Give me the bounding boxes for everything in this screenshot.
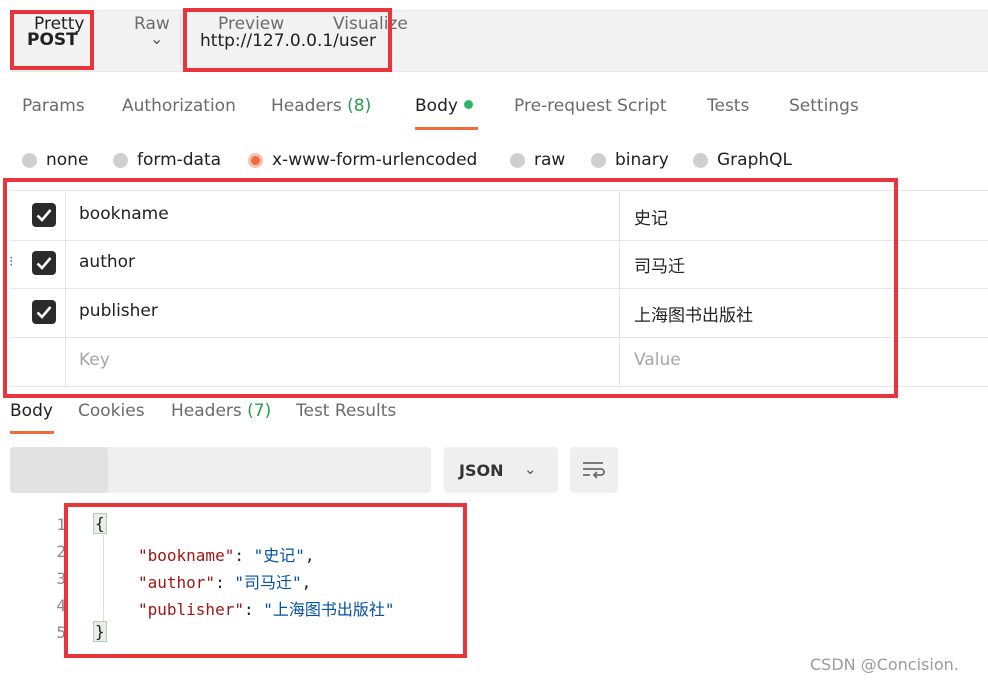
param-value[interactable]: 司马迁: [634, 252, 685, 277]
param-key[interactable]: publisher: [79, 301, 158, 321]
json-comma: ,: [304, 546, 315, 565]
checkbox[interactable]: [32, 300, 56, 324]
code-line: "bookname": "史记",: [138, 546, 315, 565]
format-label: JSON: [459, 461, 504, 480]
line-number: 3: [56, 569, 66, 588]
tab-body[interactable]: Body: [415, 96, 473, 116]
divider: [180, 14, 181, 66]
json-key: "author": [138, 573, 216, 592]
checkbox[interactable]: [32, 203, 56, 227]
response-tab-headers-label: Headers: [171, 401, 242, 421]
radio-selected-icon: [248, 152, 263, 168]
radio-urlencoded-label: x-www-form-urlencoded: [272, 150, 478, 170]
indent-guide: [103, 535, 104, 625]
tab-headers-label: Headers: [271, 96, 342, 116]
line-number: 2: [56, 542, 66, 561]
tab-settings[interactable]: Settings: [789, 96, 859, 116]
view-pretty-button[interactable]: Pretty: [34, 14, 84, 34]
view-mode-selected: [10, 447, 108, 493]
table-row: author 司马迁: [10, 239, 988, 289]
format-select[interactable]: JSON ⌄: [444, 447, 558, 493]
response-tab-cookies[interactable]: Cookies: [78, 401, 145, 421]
radio-icon: [22, 152, 37, 168]
wrap-lines-icon: [583, 462, 605, 479]
param-key[interactable]: author: [79, 252, 135, 272]
radio-binary[interactable]: binary: [591, 150, 669, 170]
radio-graphql[interactable]: GraphQL: [693, 150, 792, 170]
line-number: 5: [56, 623, 66, 642]
active-tab-underline: [10, 431, 54, 434]
code-line: "publisher": "上海图书出版社": [138, 600, 395, 619]
tab-authorization[interactable]: Authorization: [122, 96, 236, 116]
tab-params[interactable]: Params: [22, 96, 85, 116]
radio-raw-label: raw: [534, 150, 566, 170]
radio-icon: [693, 152, 708, 168]
check-icon: [36, 306, 52, 319]
response-tab-headers-count: (7): [247, 401, 272, 421]
response-tab-test-results[interactable]: Test Results: [296, 401, 396, 421]
table-row: bookname 史记: [10, 190, 988, 241]
open-brace: {: [93, 513, 107, 534]
close-brace: }: [93, 621, 107, 642]
radio-icon: [591, 152, 606, 168]
tab-prerequest-script[interactable]: Pre-request Script: [514, 96, 667, 116]
tab-body-label: Body: [415, 96, 458, 116]
value-input-placeholder[interactable]: Value: [634, 350, 681, 370]
response-tab-headers[interactable]: Headers (7): [171, 401, 271, 421]
radio-none[interactable]: none: [22, 150, 88, 170]
check-icon: [36, 209, 52, 222]
json-key: "bookname": [138, 546, 235, 565]
json-value: "上海图书出版社": [263, 600, 395, 619]
drag-handle-icon[interactable]: ⁝: [9, 254, 13, 270]
view-preview-button[interactable]: Preview: [218, 14, 284, 34]
column-divider: [619, 190, 620, 386]
url-input[interactable]: http://127.0.0.1/user: [200, 31, 376, 51]
radio-urlencoded[interactable]: x-www-form-urlencoded: [248, 150, 477, 170]
radio-icon: [510, 152, 525, 168]
radio-raw[interactable]: raw: [510, 150, 565, 170]
checkbox[interactable]: [32, 251, 56, 275]
line-number: 1: [56, 515, 66, 534]
chevron-down-icon: ⌄: [524, 460, 537, 478]
tab-tests[interactable]: Tests: [707, 96, 749, 116]
view-visualize-button[interactable]: Visualize: [333, 14, 408, 34]
param-value[interactable]: 上海图书出版社: [634, 301, 753, 326]
code-line: "author": "司马迁",: [138, 573, 312, 592]
json-value: "司马迁": [234, 573, 302, 592]
tab-headers[interactable]: Headers (8): [271, 96, 371, 116]
table-row: publisher 上海图书出版社: [10, 288, 988, 338]
watermark: CSDN @Concision.: [810, 655, 959, 674]
modified-dot-icon: [463, 100, 473, 109]
param-value[interactable]: 史记: [634, 204, 668, 229]
check-icon: [36, 257, 52, 270]
view-raw-button[interactable]: Raw: [134, 14, 170, 34]
tab-headers-count: (8): [347, 96, 372, 116]
response-tab-body[interactable]: Body: [10, 401, 53, 421]
json-key: "publisher": [138, 600, 244, 619]
radio-graphql-label: GraphQL: [717, 150, 792, 170]
param-key[interactable]: bookname: [79, 204, 169, 224]
active-tab-underline: [415, 127, 478, 130]
column-divider: [65, 190, 66, 386]
json-comma: ,: [301, 573, 312, 592]
radio-binary-label: binary: [615, 150, 669, 170]
radio-icon: [113, 152, 128, 168]
key-input-placeholder[interactable]: Key: [79, 350, 110, 370]
json-value: "史记": [253, 546, 305, 565]
radio-none-label: none: [46, 150, 89, 170]
line-number: 4: [56, 596, 66, 615]
radio-form-data-label: form-data: [137, 150, 222, 170]
table-row-empty: Key Value: [10, 337, 988, 387]
wrap-lines-button[interactable]: [570, 447, 618, 493]
radio-form-data[interactable]: form-data: [113, 150, 221, 170]
